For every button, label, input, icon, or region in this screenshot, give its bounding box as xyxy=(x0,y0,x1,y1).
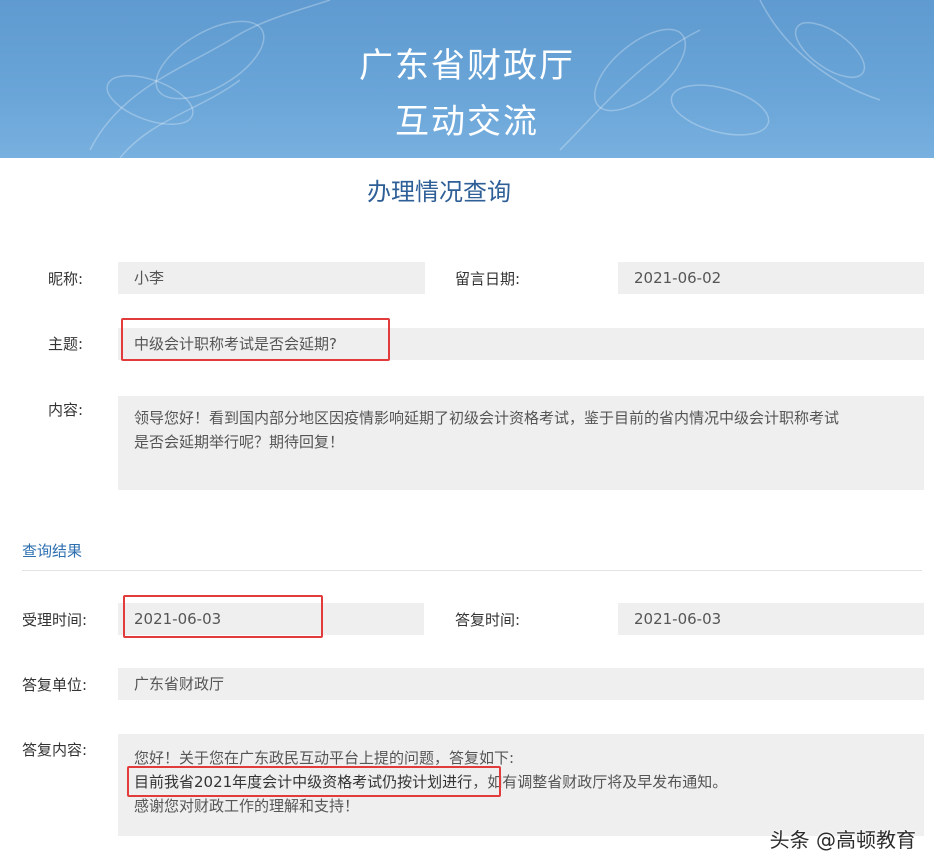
nickname-label: 昵称: xyxy=(48,270,84,288)
page-title: 办理情况查询 xyxy=(367,178,511,206)
reply-rest-text: ，如有调整省财政厅将及早发布通知。 xyxy=(472,773,728,791)
watermark: 头条 @高顿教育 xyxy=(769,828,916,852)
header-title: 广东省财政厅 xyxy=(359,46,575,86)
reply-time-field: 2021-06-03 xyxy=(618,603,924,635)
reply-unit-field: 广东省财政厅 xyxy=(118,668,924,700)
reply-highlight-box xyxy=(127,766,501,797)
message-date-field: 2021-06-02 xyxy=(618,262,924,294)
nickname-field: 小李 xyxy=(118,262,425,294)
reply-unit-label: 答复单位: xyxy=(22,676,88,694)
content-line: 是否会延期举行呢？期待回复！ xyxy=(134,433,345,451)
result-section-title: 查询结果 xyxy=(22,542,83,560)
subject-label: 主题: xyxy=(48,335,84,353)
section-divider xyxy=(22,570,922,571)
header-subtitle: 互动交流 xyxy=(395,102,539,142)
content-line: 领导您好！看到国内部分地区因疫情影响延期了初级会计资格考试，鉴于目前的省内情况中… xyxy=(134,409,840,427)
content-field: 领导您好！看到国内部分地区因疫情影响延期了初级会计资格考试，鉴于目前的省内情况中… xyxy=(118,396,924,490)
content-label: 内容: xyxy=(48,401,84,419)
header-banner: 广东省财政厅 互动交流 xyxy=(0,0,934,158)
reply-line: 感谢您对财政工作的理解和支持！ xyxy=(134,797,360,815)
accept-time-label: 受理时间: xyxy=(22,611,88,629)
page: 广东省财政厅 互动交流 办理情况查询 昵称: 小李 留言日期: 2021-06-… xyxy=(0,0,934,867)
message-date-label: 留言日期: xyxy=(455,270,521,288)
accept-time-highlight-box xyxy=(123,595,323,638)
reply-content-label: 答复内容: xyxy=(22,741,88,759)
reply-time-label: 答复时间: xyxy=(455,611,521,629)
subject-highlight-box xyxy=(121,318,390,361)
